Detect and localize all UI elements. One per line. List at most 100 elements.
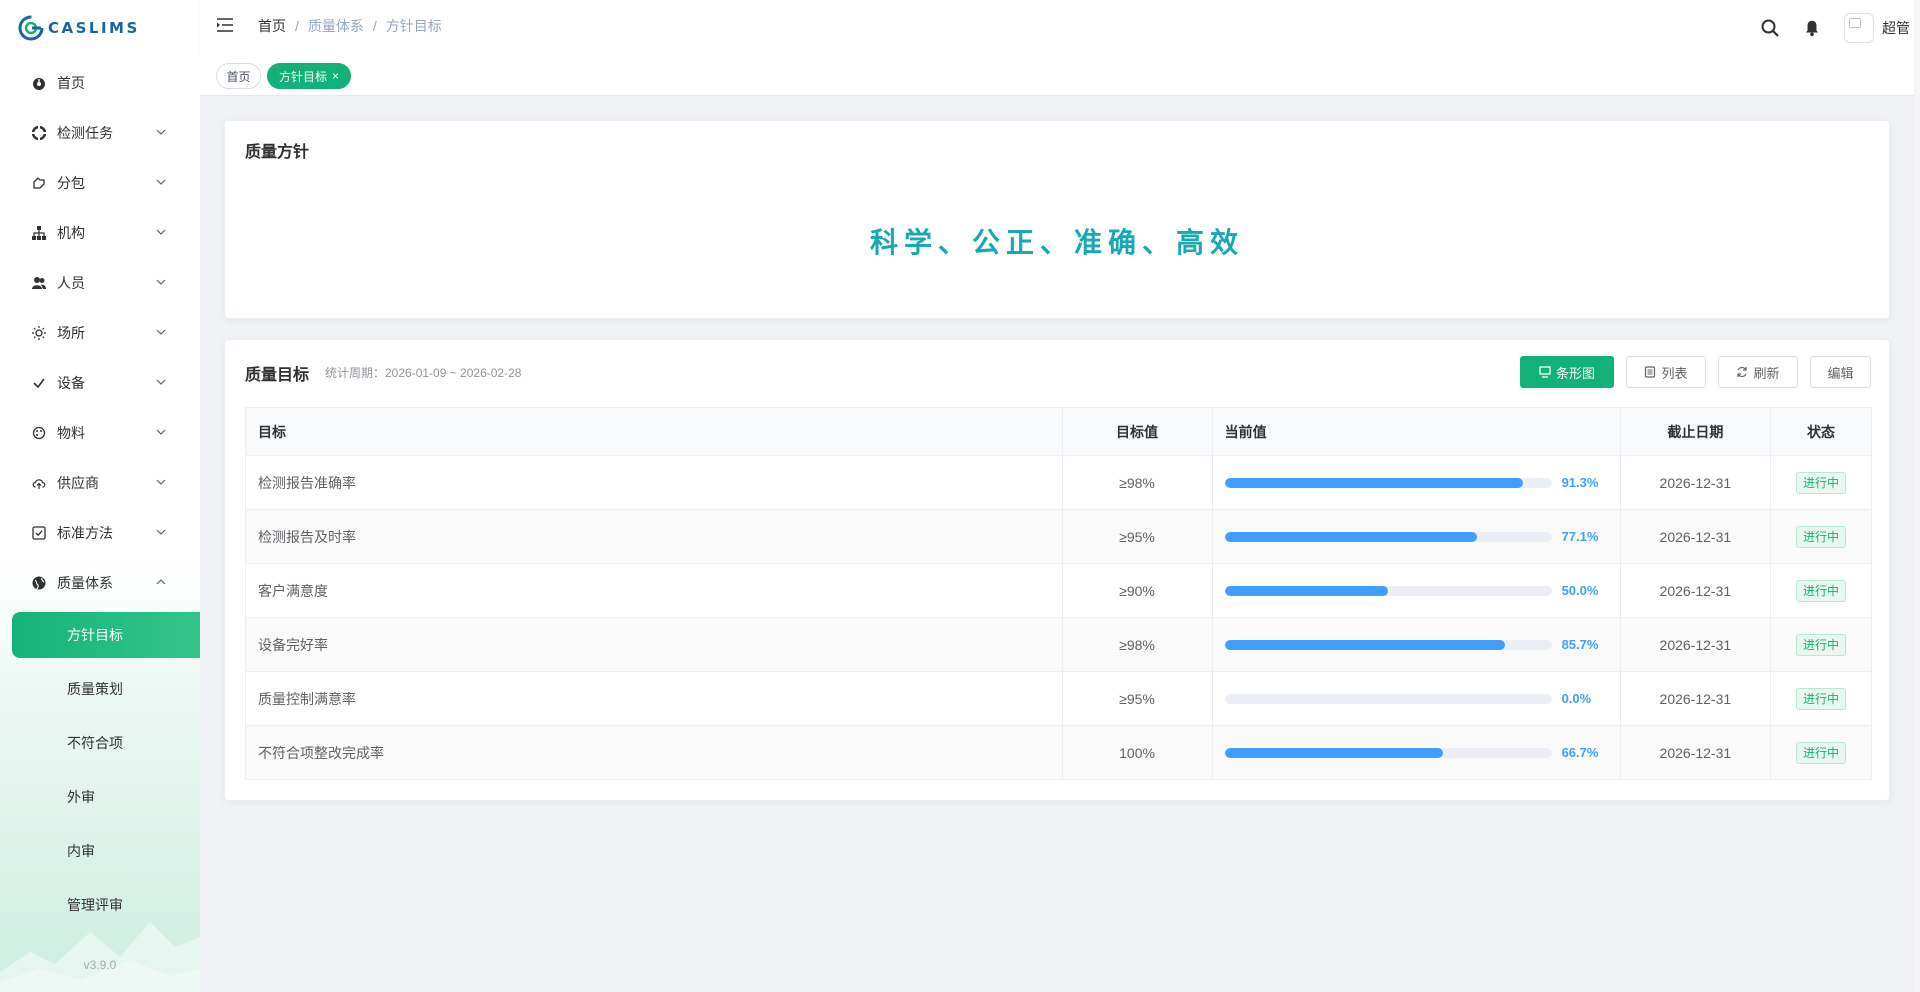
list-icon bbox=[1645, 366, 1656, 378]
progress-value: 66.7% bbox=[1561, 745, 1599, 760]
progress-track bbox=[1224, 585, 1552, 596]
sidebar-subitem-label: 质量策划 bbox=[67, 681, 123, 697]
progress: 0.0% bbox=[1224, 691, 1608, 706]
sidebar-subitem-external-audit[interactable]: 外审 bbox=[0, 770, 200, 824]
subcontract-icon bbox=[31, 175, 47, 191]
goal-name: 检测报告及时率 bbox=[245, 509, 1063, 564]
statistics-period: 统计周期：2026-01-09 ~ 2026-02-28 bbox=[325, 366, 522, 380]
sun-icon bbox=[31, 325, 47, 341]
goal-status: 进行中 bbox=[1769, 563, 1873, 618]
button-label: 刷新 bbox=[1753, 365, 1780, 381]
dashboard-icon bbox=[31, 75, 47, 91]
goal-name: 质量控制满意率 bbox=[245, 671, 1063, 726]
sidebar-item-label: 供应商 bbox=[57, 475, 99, 491]
logo-text: CASLIMS bbox=[48, 19, 140, 37]
bell-icon[interactable] bbox=[1802, 18, 1822, 38]
sidebar-subitem-label: 内审 bbox=[67, 843, 95, 859]
sidebar-item-materials[interactable]: 物料 bbox=[0, 408, 200, 458]
sidebar: CASLIMS 首页 检测任务 分包 机构 人员 场所 设备 物料 供应商 标准… bbox=[0, 0, 200, 992]
goal-name: 客户满意度 bbox=[245, 563, 1063, 618]
bar-chart-button[interactable]: 条形图 bbox=[1520, 356, 1614, 388]
progress-value: 85.7% bbox=[1561, 637, 1599, 652]
goal-deadline: 2026-12-31 bbox=[1619, 509, 1771, 564]
progress-value: 91.3% bbox=[1561, 475, 1599, 490]
chevron-down-icon bbox=[156, 279, 166, 285]
progress-track bbox=[1224, 477, 1552, 488]
sidebar-item-org[interactable]: 机构 bbox=[0, 208, 200, 258]
sidebar-item-supplier[interactable]: 供应商 bbox=[0, 458, 200, 508]
top-header: 首页 / 质量体系 / 方针目标 超管 bbox=[200, 0, 1920, 56]
sidebar-item-quality-system[interactable]: 质量体系 bbox=[0, 558, 200, 608]
sidebar-item-standards[interactable]: 标准方法 bbox=[0, 508, 200, 558]
quality-policy-card: 质量方针 科学、公正、准确、高效 bbox=[224, 120, 1890, 319]
menu-toggle-icon[interactable] bbox=[216, 16, 234, 34]
breadcrumb-home[interactable]: 首页 bbox=[258, 16, 286, 36]
sidebar-item-equipment[interactable]: 设备 bbox=[0, 358, 200, 408]
goal-status: 进行中 bbox=[1769, 725, 1873, 780]
list-button[interactable]: 列表 bbox=[1626, 356, 1706, 388]
tags-view: 首页 方针目标 × bbox=[200, 56, 1920, 96]
sidebar-item-label: 物料 bbox=[57, 425, 85, 441]
logo-icon bbox=[18, 15, 44, 41]
sidebar-item-personnel[interactable]: 人员 bbox=[0, 258, 200, 308]
breadcrumb-separator: / bbox=[295, 18, 299, 34]
table-row: 设备完好率 ≥98% 85.7% 2026-12-31 进行中 bbox=[245, 617, 1873, 672]
sidebar-item-label: 场所 bbox=[57, 325, 85, 341]
sidebar-subitem-policy-goals[interactable]: 方针目标 bbox=[12, 612, 200, 658]
progress: 85.7% bbox=[1224, 637, 1608, 652]
sidebar-subitem-nonconformity[interactable]: 不符合项 bbox=[0, 716, 200, 770]
button-label: 条形图 bbox=[1555, 365, 1595, 381]
sidebar-item-label: 设备 bbox=[57, 375, 85, 391]
progress-value: 50.0% bbox=[1561, 583, 1599, 598]
progress-fill bbox=[1224, 585, 1389, 596]
progress: 91.3% bbox=[1224, 475, 1608, 490]
progress-value: 77.1% bbox=[1561, 529, 1599, 544]
app-logo[interactable]: CASLIMS bbox=[18, 14, 140, 42]
chevron-down-icon bbox=[156, 179, 166, 185]
sidebar-menu: 首页 检测任务 分包 机构 人员 场所 设备 物料 供应商 标准方法 质量体系 … bbox=[0, 58, 200, 932]
goal-current: 0.0% bbox=[1211, 671, 1621, 726]
search-icon[interactable] bbox=[1760, 18, 1780, 38]
tag-label: 方针目标 bbox=[278, 69, 327, 84]
sidebar-subitem-quality-planning[interactable]: 质量策划 bbox=[0, 662, 200, 716]
goal-target: 100% bbox=[1061, 725, 1213, 780]
chevron-down-icon bbox=[156, 329, 166, 335]
progress-fill bbox=[1224, 639, 1505, 650]
status-badge: 进行中 bbox=[1795, 741, 1846, 764]
goal-deadline: 2026-12-31 bbox=[1619, 455, 1771, 510]
goal-current: 91.3% bbox=[1211, 455, 1621, 510]
progress-value: 0.0% bbox=[1561, 691, 1592, 706]
breadcrumb-current: 方针目标 bbox=[385, 18, 442, 34]
goal-current: 85.7% bbox=[1211, 617, 1621, 672]
status-badge: 进行中 bbox=[1795, 471, 1846, 494]
sidebar-subitem-internal-audit[interactable]: 内审 bbox=[0, 824, 200, 878]
edit-button[interactable]: 编辑 bbox=[1810, 356, 1871, 388]
tag-policy-goals[interactable]: 方针目标 × bbox=[267, 63, 351, 89]
goal-deadline: 2026-12-31 bbox=[1619, 671, 1771, 726]
chevron-down-icon bbox=[156, 379, 166, 385]
refresh-button[interactable]: 刷新 bbox=[1718, 356, 1798, 388]
goal-status: 进行中 bbox=[1769, 455, 1873, 510]
goal-target: ≥98% bbox=[1061, 617, 1213, 672]
sidebar-item-label: 检测任务 bbox=[57, 125, 113, 141]
sidebar-subitem-management-review[interactable]: 管理评审 bbox=[0, 878, 200, 932]
header-actions: 超管 bbox=[1760, 0, 1920, 56]
sidebar-item-site[interactable]: 场所 bbox=[0, 308, 200, 358]
column-header-current: 当前值 bbox=[1211, 407, 1621, 456]
goal-target: ≥98% bbox=[1061, 455, 1213, 510]
sidebar-item-home[interactable]: 首页 bbox=[0, 58, 200, 108]
quality-goals-title: 质量目标 bbox=[245, 367, 310, 384]
goal-target: ≥95% bbox=[1061, 509, 1213, 564]
goal-deadline: 2026-12-31 bbox=[1619, 725, 1771, 780]
avatar[interactable] bbox=[1844, 13, 1874, 43]
goal-status: 进行中 bbox=[1769, 617, 1873, 672]
close-icon[interactable]: × bbox=[332, 69, 339, 83]
user-name[interactable]: 超管 bbox=[1882, 18, 1910, 38]
page-scrollbar[interactable] bbox=[1914, 0, 1920, 992]
goal-target: ≥95% bbox=[1061, 671, 1213, 726]
sidebar-item-tasks[interactable]: 检测任务 bbox=[0, 108, 200, 158]
tag-home[interactable]: 首页 bbox=[216, 63, 261, 89]
sidebar-item-subcontract[interactable]: 分包 bbox=[0, 158, 200, 208]
goal-deadline: 2026-12-31 bbox=[1619, 617, 1771, 672]
column-header-deadline: 截止日期 bbox=[1619, 407, 1771, 456]
